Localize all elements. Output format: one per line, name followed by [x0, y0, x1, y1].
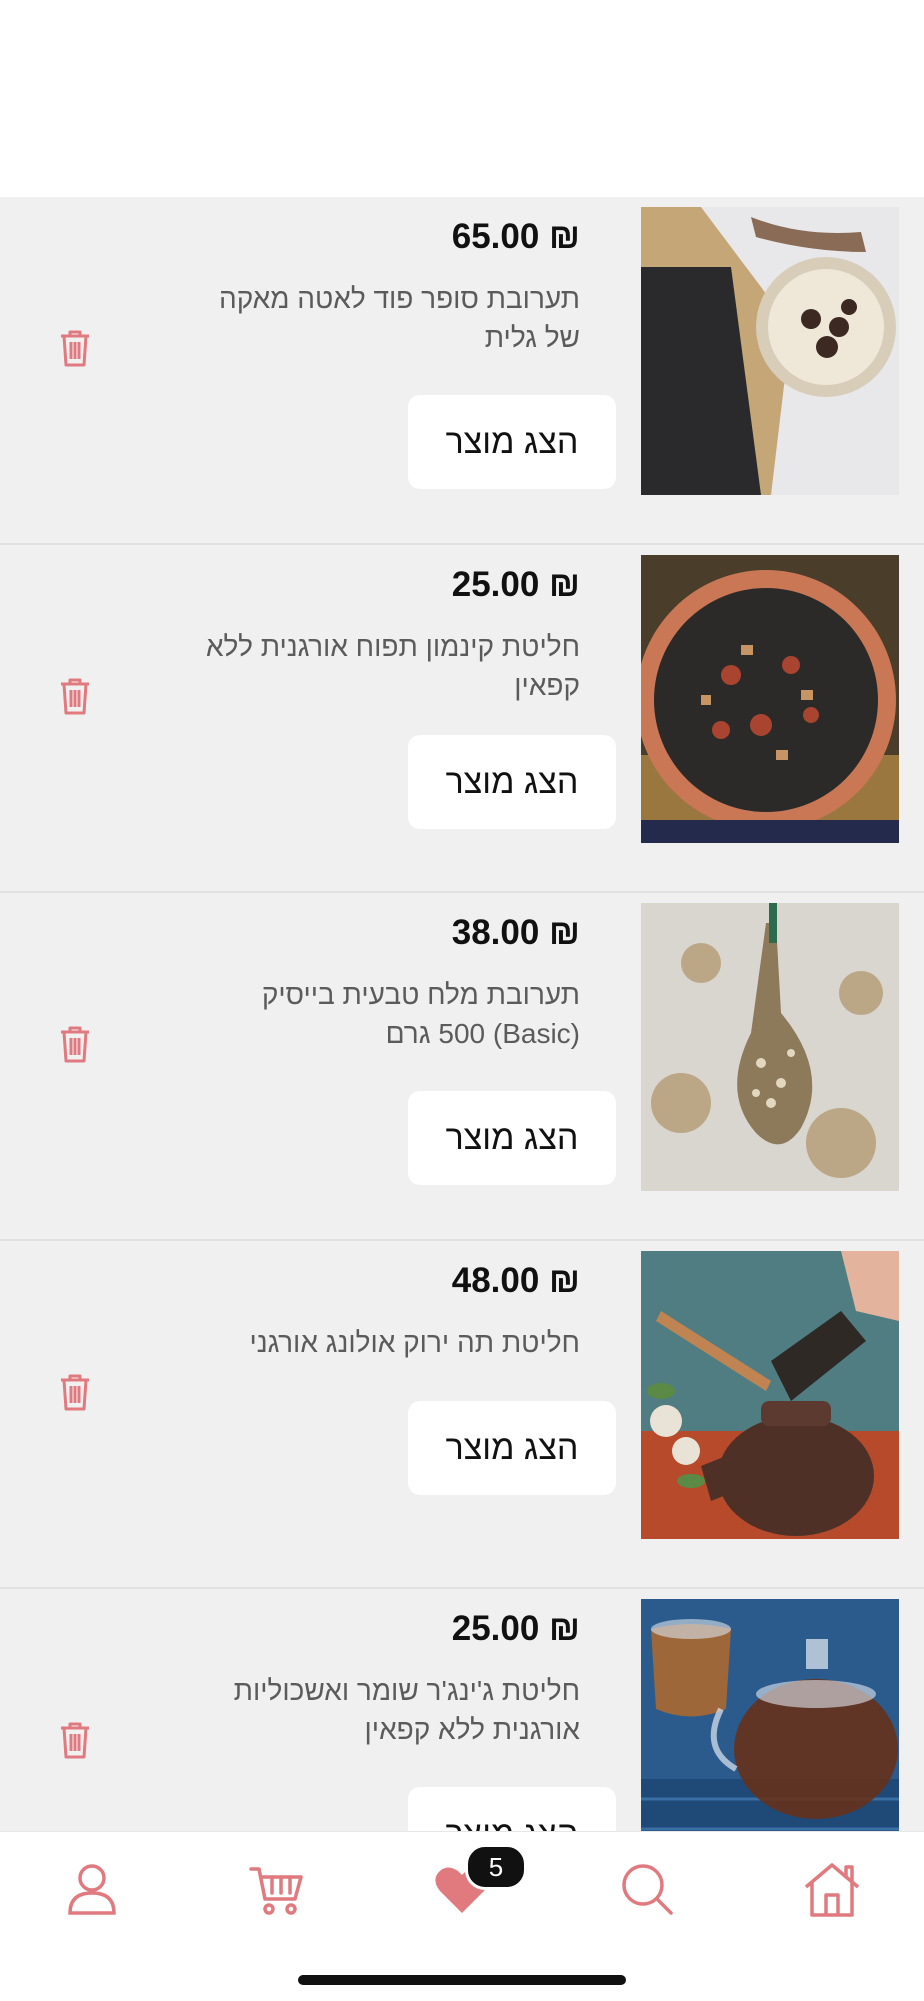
product-title: חליטת ג'ינג'ר שומר ואשכוליות אורגנית ללא…: [233, 1675, 580, 1745]
view-product-button[interactable]: הצג מוצר: [408, 1401, 616, 1495]
delete-icon[interactable]: [58, 676, 92, 716]
product-price: ₪ 25.00: [451, 565, 580, 604]
product-price: ₪ 25.00: [451, 1609, 580, 1648]
product-image[interactable]: [641, 903, 899, 1191]
product-title: חליטת קינמון תפוח אורגנית ללא קפאין: [205, 631, 580, 701]
product-card: ₪ 25.00 חליטת קינמון תפוח אורגנית ללא קפ…: [0, 545, 924, 893]
product-card: ₪ 65.00 תערובת סופר פוד לאטה מאקה של גלי…: [0, 197, 924, 545]
product-title: חליטת תה ירוק אולונג אורגני: [249, 1327, 580, 1358]
product-image[interactable]: [641, 207, 899, 495]
product-card: ₪ 48.00 חליטת תה ירוק אולונג אורגני הצג …: [0, 1241, 924, 1589]
home-indicator: [298, 1975, 626, 1985]
product-price: ₪ 48.00: [451, 1261, 580, 1300]
product-price: ₪ 38.00: [451, 913, 580, 952]
product-image[interactable]: [641, 1251, 899, 1539]
favorites-list[interactable]: ₪ 65.00 תערובת סופר פוד לאטה מאקה של גלי…: [0, 197, 924, 1831]
top-blank-area: [0, 0, 924, 197]
user-icon[interactable]: [60, 1857, 124, 1921]
home-icon[interactable]: [800, 1857, 864, 1921]
favorites-count-badge: 5: [465, 1844, 527, 1890]
delete-icon[interactable]: [58, 1372, 92, 1412]
view-product-button[interactable]: הצג מוצר: [408, 1091, 616, 1185]
view-product-button[interactable]: הצג מוצר: [408, 1787, 616, 1831]
product-card: ₪ 25.00 חליטת ג'ינג'ר שומר ואשכוליות אור…: [0, 1589, 924, 1831]
delete-icon[interactable]: [58, 1024, 92, 1064]
product-title: תערובת סופר פוד לאטה מאקה של גלית: [218, 283, 580, 353]
bottom-navigation: 5: [0, 1831, 924, 2001]
view-product-button[interactable]: הצג מוצר: [408, 395, 616, 489]
search-icon[interactable]: [615, 1857, 679, 1921]
product-title: תערובת מלח טבעית בייסיק (Basic) 500 גרם: [261, 979, 580, 1049]
cart-icon[interactable]: [245, 1857, 309, 1921]
product-price: ₪ 65.00: [451, 217, 580, 256]
product-card: ₪ 38.00 תערובת מלח טבעית בייסיק (Basic) …: [0, 893, 924, 1241]
product-image[interactable]: [641, 555, 899, 843]
delete-icon[interactable]: [58, 328, 92, 368]
view-product-button[interactable]: הצג מוצר: [408, 735, 616, 829]
delete-icon[interactable]: [58, 1720, 92, 1760]
product-image[interactable]: [641, 1599, 899, 1831]
